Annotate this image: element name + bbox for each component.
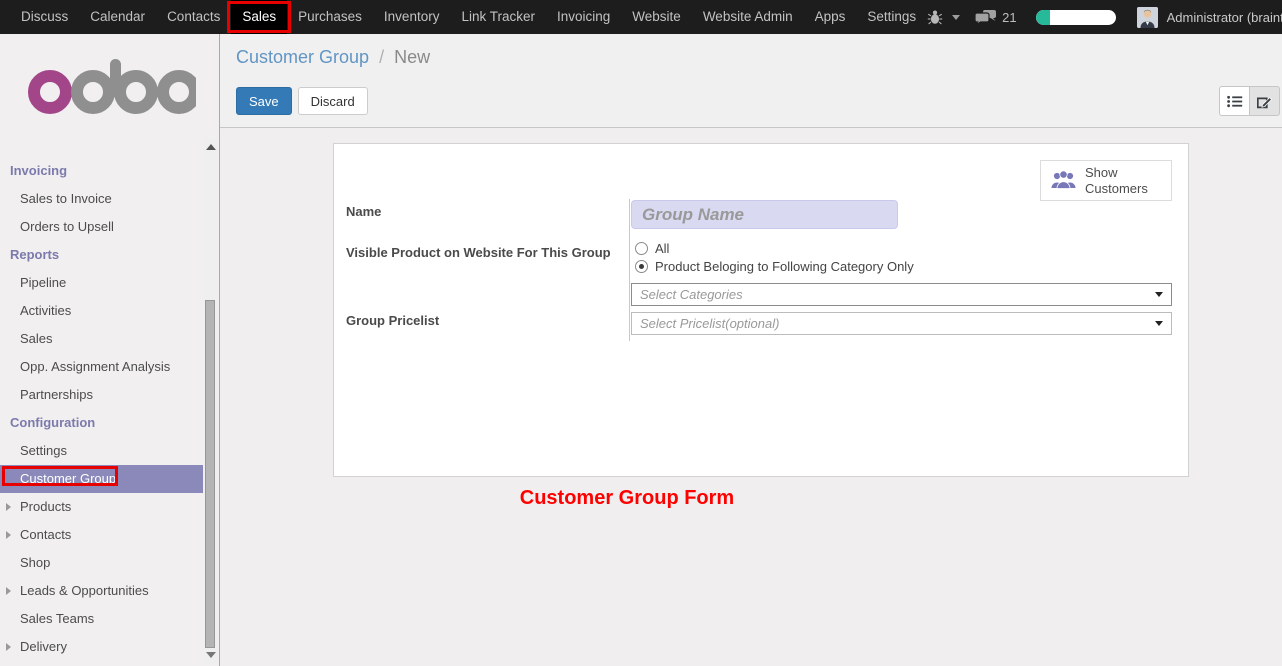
menu-discuss[interactable]: Discuss [10, 0, 79, 34]
radio-all-circle[interactable] [635, 242, 648, 255]
status-progress-pill[interactable] [1036, 10, 1116, 25]
breadcrumb-current: New [394, 47, 430, 67]
select-pricelist-dropdown[interactable]: Select Pricelist(optional) [631, 312, 1172, 335]
breadcrumb: Customer Group / New [236, 47, 430, 68]
messages-chat-icon[interactable] [975, 9, 997, 25]
customers-users-icon [1050, 170, 1077, 191]
radio-option-category-only[interactable]: Product Beloging to Following Category O… [635, 259, 914, 274]
discard-button[interactable]: Discard [298, 87, 368, 115]
section-invoicing: Invoicing [0, 157, 219, 185]
debug-bug-icon[interactable] [927, 9, 943, 25]
radio-all-label: All [655, 241, 669, 256]
user-menu[interactable]: Administrator (braintree) [1167, 10, 1282, 25]
menu-contacts[interactable]: Contacts [156, 0, 231, 34]
form-column-divider [629, 199, 630, 341]
section-reports: Reports [0, 241, 219, 269]
list-icon [1227, 95, 1243, 108]
sidebar-item-contacts-label: Contacts [20, 527, 71, 542]
sidebar-item-delivery[interactable]: Delivery [0, 633, 219, 661]
sidebar-item-customer-group[interactable]: Customer Group [0, 465, 203, 493]
select-pricelist-placeholder: Select Pricelist(optional) [640, 316, 779, 331]
name-field-label: Name [346, 204, 381, 219]
menu-link-tracker[interactable]: Link Tracker [450, 0, 546, 34]
group-name-input[interactable] [631, 200, 898, 229]
show-customers-label: Show Customers [1085, 165, 1155, 197]
select-categories-placeholder: Select Categories [640, 287, 743, 302]
visibility-field-label: Visible Product on Website For This Grou… [346, 245, 611, 260]
menu-website-admin[interactable]: Website Admin [692, 0, 804, 34]
menu-website[interactable]: Website [621, 0, 692, 34]
sidebar-item-contacts[interactable]: Contacts [0, 521, 219, 549]
sidebar-item-pipeline[interactable]: Pipeline [0, 269, 219, 297]
sidebar-scrollbar[interactable] [204, 138, 217, 664]
debug-dropdown-caret-icon[interactable] [952, 15, 960, 20]
menu-invoicing[interactable]: Invoicing [546, 0, 621, 34]
sidebar-item-leads-opportunities[interactable]: Leads & Opportunities [0, 577, 219, 605]
expand-arrow-icon [6, 643, 11, 651]
sidebar-item-sales-to-invoice[interactable]: Sales to Invoice [0, 185, 219, 213]
menu-settings[interactable]: Settings [856, 0, 927, 34]
sidebar-item-products[interactable]: Products [0, 493, 219, 521]
sidebar-item-shop[interactable]: Shop [0, 549, 219, 577]
menu-apps[interactable]: Apps [804, 0, 857, 34]
list-view-button[interactable] [1219, 86, 1250, 116]
top-menu-bar: Discuss Calendar Contacts Sales Purchase… [0, 0, 1282, 34]
control-panel: Customer Group / New Save Discard [220, 34, 1282, 128]
sidebar-item-opp-assignment-analysis[interactable]: Opp. Assignment Analysis [0, 353, 219, 381]
message-count-badge[interactable]: 21 [1002, 10, 1016, 25]
odoo-logo [0, 34, 219, 135]
sidebar-item-settings[interactable]: Settings [0, 437, 219, 465]
form-view-button[interactable] [1249, 86, 1280, 116]
radio-option-all[interactable]: All [635, 241, 669, 256]
sidebar-item-products-label: Products [20, 499, 71, 514]
menu-sales[interactable]: Sales [231, 0, 287, 34]
section-configuration: Configuration [0, 409, 219, 437]
main-content: Show Customers Name Visible Product on W… [220, 128, 1282, 666]
show-customers-button[interactable]: Show Customers [1040, 160, 1172, 201]
form-buttons: Save Discard [236, 87, 368, 115]
sidebar-item-orders-to-upsell[interactable]: Orders to Upsell [0, 213, 219, 241]
radio-category-circle[interactable] [635, 260, 648, 273]
sidebar-item-activities[interactable]: Activities [0, 297, 219, 325]
sidebar-item-customer-group-label: Customer Group [20, 471, 116, 486]
menu-sales-label: Sales [242, 9, 276, 24]
edit-pencil-icon [1257, 94, 1272, 109]
app-sidebar: Invoicing Sales to Invoice Orders to Ups… [0, 34, 220, 666]
expand-arrow-icon [6, 587, 11, 595]
sidebar-item-partnerships[interactable]: Partnerships [0, 381, 219, 409]
sidebar-item-leads-label: Leads & Opportunities [20, 583, 149, 598]
pill-progress-fill [1036, 10, 1050, 25]
dropdown-caret-icon [1155, 292, 1163, 297]
annotation-caption: Customer Group Form [220, 487, 1034, 510]
scroll-down-arrow-icon[interactable] [206, 652, 216, 658]
sidebar-menu: Invoicing Sales to Invoice Orders to Ups… [0, 157, 219, 661]
sidebar-item-sales[interactable]: Sales [0, 325, 219, 353]
breadcrumb-separator: / [374, 47, 389, 67]
pricelist-field-label: Group Pricelist [346, 313, 439, 328]
expand-arrow-icon [6, 503, 11, 511]
sidebar-item-sales-teams[interactable]: Sales Teams [0, 605, 219, 633]
breadcrumb-customer-group-link[interactable]: Customer Group [236, 47, 369, 67]
select-categories-dropdown[interactable]: Select Categories [631, 283, 1172, 306]
menu-calendar[interactable]: Calendar [79, 0, 156, 34]
scroll-up-arrow-icon[interactable] [206, 144, 216, 150]
form-sheet: Show Customers Name Visible Product on W… [333, 143, 1189, 477]
radio-category-label: Product Beloging to Following Category O… [655, 259, 914, 274]
sidebar-item-delivery-label: Delivery [20, 639, 67, 654]
menu-purchases[interactable]: Purchases [287, 0, 373, 34]
dropdown-caret-icon [1155, 321, 1163, 326]
expand-arrow-icon [6, 531, 11, 539]
view-switcher [1219, 86, 1280, 116]
user-avatar[interactable] [1137, 7, 1158, 28]
save-button[interactable]: Save [236, 87, 292, 115]
menu-inventory[interactable]: Inventory [373, 0, 451, 34]
scrollbar-thumb[interactable] [205, 300, 215, 648]
